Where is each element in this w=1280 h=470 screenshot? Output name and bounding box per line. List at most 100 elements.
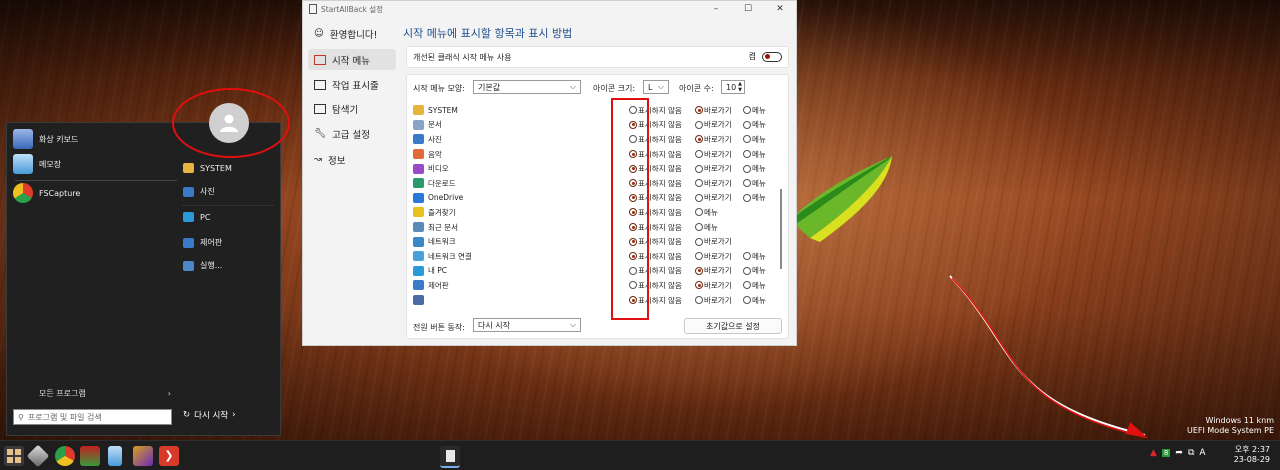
option-link-radio[interactable]: 바로가기 bbox=[695, 236, 732, 247]
radio-button[interactable] bbox=[695, 193, 703, 202]
option-menu-radio[interactable]: 메뉴 bbox=[743, 280, 766, 291]
option-menu-radio[interactable]: 메뉴 bbox=[743, 119, 766, 130]
option-label: 메뉴 bbox=[752, 149, 766, 159]
nav-advanced[interactable]: 🔧︎ 고급 설정 bbox=[308, 123, 396, 144]
pinned-item-notepad[interactable]: 메모장 bbox=[13, 154, 61, 174]
power-label: 전원 버튼 동작: bbox=[413, 323, 465, 332]
option-link-radio[interactable]: 바로가기 bbox=[695, 105, 732, 116]
reset-defaults-button[interactable]: 초기값으로 설정 bbox=[684, 318, 782, 334]
items-scrollbar[interactable] bbox=[778, 103, 784, 311]
option-link-radio[interactable]: 바로가기 bbox=[695, 280, 732, 291]
minimize-button[interactable]: – bbox=[700, 1, 732, 17]
chrome-icon[interactable] bbox=[55, 446, 75, 466]
radio-button[interactable] bbox=[695, 120, 703, 129]
radio-button[interactable] bbox=[695, 179, 703, 188]
all-programs-button[interactable]: 모든 프로그램 › bbox=[15, 385, 175, 401]
radio-button[interactable] bbox=[695, 223, 703, 232]
start-button[interactable] bbox=[4, 446, 24, 466]
maximize-button[interactable]: ☐ bbox=[732, 1, 764, 17]
nav-about[interactable]: ↝ 정보 bbox=[308, 149, 396, 170]
icon-count-spinner[interactable]: 10 ▲ ▼ bbox=[721, 80, 745, 94]
option-menu-radio[interactable]: 메뉴 bbox=[695, 222, 718, 233]
watermark-line-1: Windows 11 knm bbox=[1205, 416, 1274, 425]
link-run[interactable]: 실행... bbox=[183, 260, 222, 271]
taskbar-app-5[interactable] bbox=[133, 446, 153, 466]
option-menu-radio[interactable]: 메뉴 bbox=[695, 207, 718, 218]
tray-badge[interactable]: 8 bbox=[1161, 449, 1171, 457]
taskbar-app-4[interactable] bbox=[108, 446, 122, 466]
radio-button[interactable] bbox=[695, 135, 703, 144]
radio-button[interactable] bbox=[695, 106, 703, 115]
scrollbar-thumb[interactable] bbox=[780, 189, 782, 269]
option-link-radio[interactable]: 바로가기 bbox=[695, 251, 732, 262]
option-menu-radio[interactable]: 메뉴 bbox=[743, 105, 766, 116]
nav-taskbar[interactable]: 작업 표시줄 bbox=[308, 74, 396, 95]
radio-button[interactable] bbox=[695, 208, 703, 217]
nav-welcome[interactable]: ☺ 환영합니다! bbox=[308, 23, 396, 44]
radio-button[interactable] bbox=[695, 150, 703, 159]
classic-menu-toggle[interactable] bbox=[762, 51, 782, 62]
radio-button[interactable] bbox=[743, 281, 751, 290]
radio-button[interactable] bbox=[695, 281, 703, 290]
restart-icon: ↻ bbox=[183, 410, 191, 420]
power-dropdown[interactable]: 다시 시작 ⌵ bbox=[473, 318, 581, 332]
radio-button[interactable] bbox=[695, 296, 703, 305]
option-link-radio[interactable]: 바로가기 bbox=[695, 149, 732, 160]
link-control-panel[interactable]: 제어판 bbox=[183, 237, 222, 248]
radio-button[interactable] bbox=[695, 252, 703, 261]
share-icon[interactable]: ➦ bbox=[1175, 448, 1183, 458]
option-menu-radio[interactable]: 메뉴 bbox=[743, 178, 766, 189]
style-dropdown[interactable]: 기본값 ⌵ bbox=[473, 80, 581, 94]
nav-start-menu[interactable]: 시작 메뉴 bbox=[308, 49, 396, 70]
option-link-radio[interactable]: 바로가기 bbox=[695, 119, 732, 130]
tray-app-icon[interactable]: ▲ bbox=[1150, 448, 1157, 458]
icon-size-dropdown[interactable]: L ⌵ bbox=[643, 80, 669, 94]
option-link-radio[interactable]: 바로가기 bbox=[695, 192, 732, 203]
shutdown-button[interactable]: ↻ 다시 시작 › bbox=[183, 409, 236, 421]
search-input[interactable]: ⚲ 프로그램 및 파일 검색 bbox=[13, 409, 172, 425]
ime-indicator[interactable]: A bbox=[1199, 448, 1205, 458]
radio-button[interactable] bbox=[743, 193, 751, 202]
option-link-radio[interactable]: 바로가기 bbox=[695, 178, 732, 189]
link-system[interactable]: SYSTEM bbox=[183, 163, 232, 173]
option-menu-radio[interactable]: 메뉴 bbox=[743, 251, 766, 262]
radio-button[interactable] bbox=[743, 120, 751, 129]
option-menu-radio[interactable]: 메뉴 bbox=[743, 192, 766, 203]
taskbar-app-3[interactable] bbox=[80, 446, 100, 466]
radio-button[interactable] bbox=[695, 237, 703, 246]
nav-explorer[interactable]: 탐색기 bbox=[308, 98, 396, 119]
link-pictures[interactable]: 사진 bbox=[183, 186, 215, 197]
option-menu-radio[interactable]: 메뉴 bbox=[743, 295, 766, 306]
option-link-radio[interactable]: 바로가기 bbox=[695, 295, 732, 306]
icon-size-value: L bbox=[648, 82, 653, 92]
pinned-item-keyboard[interactable]: 화상 키보드 bbox=[13, 129, 78, 149]
option-link-radio[interactable]: 바로가기 bbox=[695, 163, 732, 174]
radio-button[interactable] bbox=[743, 266, 751, 275]
link-pc[interactable]: PC bbox=[183, 212, 210, 222]
radio-button[interactable] bbox=[743, 135, 751, 144]
close-button[interactable]: ✕ bbox=[764, 1, 796, 17]
highlight-box bbox=[611, 98, 649, 320]
option-menu-radio[interactable]: 메뉴 bbox=[743, 149, 766, 160]
startallback-icon[interactable] bbox=[440, 446, 460, 468]
pinned-item-fscapture[interactable]: FSCapture bbox=[13, 183, 80, 203]
option-link-radio[interactable]: 바로가기 bbox=[695, 134, 732, 145]
network-icon[interactable]: ⧉ bbox=[1188, 448, 1194, 458]
radio-button[interactable] bbox=[743, 179, 751, 188]
option-menu-radio[interactable]: 메뉴 bbox=[743, 134, 766, 145]
clock[interactable]: 오후 2:37 23-08-29 bbox=[1234, 445, 1270, 465]
link-label: 실행... bbox=[200, 261, 223, 270]
radio-button[interactable] bbox=[743, 296, 751, 305]
option-menu-radio[interactable]: 메뉴 bbox=[743, 265, 766, 276]
radio-button[interactable] bbox=[743, 150, 751, 159]
option-link-radio[interactable]: 바로가기 bbox=[695, 265, 732, 276]
option-label: 바로가기 bbox=[704, 280, 732, 290]
radio-button[interactable] bbox=[743, 252, 751, 261]
taskbar-app-1[interactable] bbox=[26, 444, 50, 468]
radio-button[interactable] bbox=[695, 266, 703, 275]
radio-button[interactable] bbox=[743, 106, 751, 115]
taskbar-app-6[interactable]: ❯ bbox=[159, 446, 179, 466]
radio-button[interactable] bbox=[695, 164, 703, 173]
option-menu-radio[interactable]: 메뉴 bbox=[743, 163, 766, 174]
radio-button[interactable] bbox=[743, 164, 751, 173]
